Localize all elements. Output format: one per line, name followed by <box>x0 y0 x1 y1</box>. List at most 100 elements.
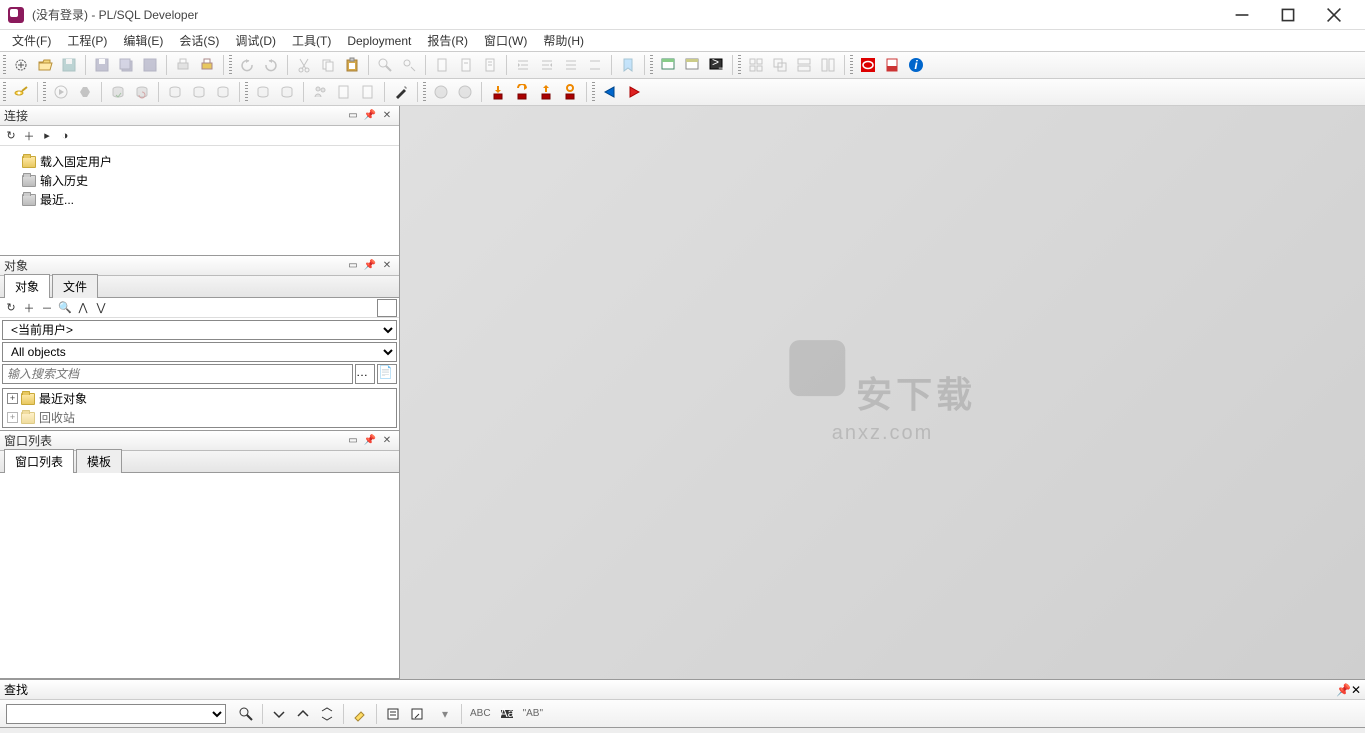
find-all-icon[interactable] <box>316 703 338 725</box>
panel-close-icon[interactable]: ✕ <box>379 434 395 448</box>
execute-button[interactable] <box>50 81 72 103</box>
panel-window-icon[interactable]: ▭ <box>345 109 361 123</box>
menu-session[interactable]: 会话(S) <box>171 30 227 51</box>
tab-objects[interactable]: 对象 <box>4 274 50 298</box>
blank-button[interactable] <box>377 299 397 317</box>
tab-window-list[interactable]: 窗口列表 <box>4 449 74 473</box>
find-up-icon[interactable] <box>292 703 314 725</box>
db2-button[interactable] <box>188 81 210 103</box>
menu-tools[interactable]: 工具(T) <box>284 30 339 51</box>
nav-back-button[interactable] <box>599 81 621 103</box>
list-icon[interactable] <box>406 703 428 725</box>
tile-h-button[interactable] <box>793 54 815 76</box>
find-combo[interactable] <box>6 704 226 724</box>
pdf-button[interactable] <box>881 54 903 76</box>
filter-down-icon[interactable]: ⋁ <box>92 300 110 316</box>
copy-button[interactable] <box>317 54 339 76</box>
oracle-button[interactable] <box>857 54 879 76</box>
panel-close-icon[interactable]: ✕ <box>379 259 395 273</box>
panel-window-icon[interactable]: ▭ <box>345 259 361 273</box>
indent-right-button[interactable] <box>536 54 558 76</box>
find-button[interactable] <box>374 54 396 76</box>
tree-item[interactable]: 最近... <box>4 190 395 209</box>
sql-window-button[interactable] <box>657 54 679 76</box>
find-down-icon[interactable] <box>268 703 290 725</box>
expand-icon[interactable]: ＋ <box>20 300 38 316</box>
step-over-button[interactable] <box>511 81 533 103</box>
dropdown-icon[interactable]: ▾ <box>434 703 456 725</box>
nav-forward-button[interactable] <box>623 81 645 103</box>
step-into-button[interactable] <box>487 81 509 103</box>
panel-pin-icon[interactable]: 📌 <box>362 109 378 123</box>
tree-item[interactable]: 输入历史 <box>4 171 395 190</box>
panel-close-icon[interactable]: ✕ <box>1351 683 1361 697</box>
db5-button[interactable] <box>276 81 298 103</box>
new-doc2-button[interactable] <box>455 54 477 76</box>
redo-button[interactable] <box>260 54 282 76</box>
tree-item[interactable]: 载入固定用户 <box>4 152 395 171</box>
menu-deployment[interactable]: Deployment <box>339 32 419 50</box>
filter-up-icon[interactable]: ⋀ <box>74 300 92 316</box>
menu-help[interactable]: 帮助(H) <box>535 30 592 51</box>
info-button[interactable]: i <box>905 54 927 76</box>
minimize-button[interactable] <box>1219 0 1265 30</box>
maximize-button[interactable] <box>1265 0 1311 30</box>
break-button[interactable] <box>74 81 96 103</box>
find-search-icon[interactable] <box>235 703 257 725</box>
open-button[interactable] <box>34 54 56 76</box>
step-out-button[interactable] <box>535 81 557 103</box>
search-doc-button[interactable]: 📄 <box>377 364 397 384</box>
tile-button[interactable] <box>745 54 767 76</box>
menu-edit[interactable]: 编辑(E) <box>115 30 171 51</box>
tree-item[interactable]: +最近对象 <box>3 389 396 408</box>
run-to-cursor-button[interactable] <box>559 81 581 103</box>
search-input[interactable] <box>2 364 353 384</box>
panel-window-icon[interactable]: ▭ <box>345 434 361 448</box>
tree-item[interactable]: +回收站 <box>3 408 396 427</box>
cascade-button[interactable] <box>769 54 791 76</box>
rollback-button[interactable] <box>131 81 153 103</box>
tab-template[interactable]: 模板 <box>76 449 122 473</box>
debug-start-button[interactable] <box>430 81 452 103</box>
menu-reports[interactable]: 报告(R) <box>419 30 476 51</box>
users-button[interactable] <box>309 81 331 103</box>
uncomment-button[interactable] <box>584 54 606 76</box>
undo-button[interactable] <box>236 54 258 76</box>
panel-pin-icon[interactable]: 📌 <box>1336 683 1351 697</box>
panel-pin-icon[interactable]: 📌 <box>362 434 378 448</box>
panel-pin-icon[interactable]: 📌 <box>362 259 378 273</box>
print-setup-button[interactable] <box>196 54 218 76</box>
new-button[interactable] <box>10 54 32 76</box>
comment-button[interactable] <box>560 54 582 76</box>
case-icon[interactable]: Aa <box>496 703 518 725</box>
menu-debug[interactable]: 调试(D) <box>227 30 284 51</box>
refresh-icon[interactable]: ↻ <box>2 300 20 316</box>
db4-button[interactable] <box>252 81 274 103</box>
find-next-button[interactable] <box>398 54 420 76</box>
save-button[interactable] <box>58 54 80 76</box>
group-icon[interactable]: ◑ <box>56 128 74 144</box>
browse-button[interactable]: … <box>355 364 375 384</box>
test-window-button[interactable] <box>681 54 703 76</box>
highlight-icon[interactable] <box>349 703 371 725</box>
close-button[interactable] <box>1311 0 1357 30</box>
save-all-button[interactable] <box>115 54 137 76</box>
doc-check2-button[interactable] <box>357 81 379 103</box>
menu-window[interactable]: 窗口(W) <box>476 30 535 51</box>
tab-files[interactable]: 文件 <box>52 274 98 298</box>
tile-v-button[interactable] <box>817 54 839 76</box>
scope-icon[interactable] <box>382 703 404 725</box>
print-button[interactable] <box>172 54 194 76</box>
doc-check-button[interactable] <box>333 81 355 103</box>
refresh-icon[interactable]: ↻ <box>2 128 20 144</box>
collapse-icon[interactable]: － <box>38 300 56 316</box>
save-disk-button[interactable] <box>91 54 113 76</box>
add-icon[interactable]: ＋ <box>20 128 38 144</box>
menu-project[interactable]: 工程(P) <box>59 30 115 51</box>
folder-icon-btn[interactable]: ▸ <box>38 128 56 144</box>
new-doc-button[interactable] <box>431 54 453 76</box>
save-db-button[interactable] <box>139 54 161 76</box>
commit-button[interactable] <box>107 81 129 103</box>
db3-button[interactable] <box>212 81 234 103</box>
debug-stop-button[interactable] <box>454 81 476 103</box>
